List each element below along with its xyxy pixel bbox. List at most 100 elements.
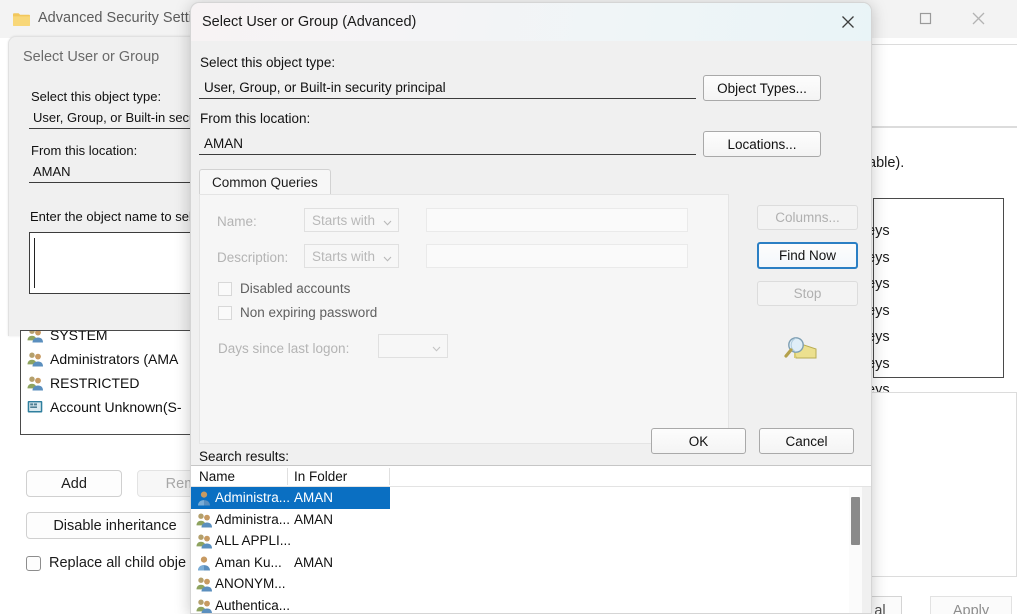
- group-icon: [196, 598, 212, 614]
- replace-child-objects-label: Replace all child obje: [49, 555, 186, 571]
- group-icon: [27, 330, 43, 343]
- object-type-field[interactable]: User, Group, or Built-in security princi…: [199, 77, 696, 99]
- result-name: ANONYM...: [215, 576, 286, 591]
- ok-button[interactable]: OK: [651, 428, 746, 454]
- cancel-button[interactable]: Cancel: [759, 428, 854, 454]
- text-caret: [34, 238, 35, 288]
- group-icon: [196, 576, 212, 592]
- chevron-down-icon: [383, 216, 392, 225]
- tab-common-queries[interactable]: Common Queries: [199, 169, 331, 195]
- object-type-label: Select this object type:: [200, 55, 335, 70]
- chevron-down-icon: [432, 342, 441, 351]
- description-value-input[interactable]: [426, 244, 688, 268]
- bg-object-name-input[interactable]: [29, 232, 198, 294]
- columns-button[interactable]: Columns...: [757, 205, 858, 230]
- search-results-box: Name In Folder Administra...AMANAdminist…: [191, 465, 872, 614]
- days-since-logon-select[interactable]: [378, 334, 448, 358]
- table-row[interactable]: ALL APPLI...: [191, 530, 851, 552]
- disable-inheritance-button[interactable]: Disable inheritance: [26, 512, 204, 539]
- result-name: ALL APPLI...: [215, 533, 291, 548]
- group-icon: [196, 512, 212, 528]
- column-header-name[interactable]: Name: [199, 469, 235, 484]
- non-expiring-password-checkbox[interactable]: [218, 306, 232, 320]
- close-button[interactable]: [955, 0, 1001, 36]
- find-now-button[interactable]: Find Now: [757, 242, 858, 269]
- list-item[interactable]: Account Unknown(S-: [21, 395, 195, 419]
- table-row[interactable]: Aman Ku...AMAN: [191, 552, 851, 574]
- add-button[interactable]: Add: [26, 470, 122, 497]
- column-header-in-folder[interactable]: In Folder: [294, 469, 347, 484]
- bg-location-field[interactable]: AMAN: [29, 161, 198, 183]
- disabled-accounts-label: Disabled accounts: [240, 281, 350, 296]
- list-item-label: RESTRICTED: [50, 375, 139, 391]
- background-permissions-list[interactable]: [873, 198, 1004, 378]
- name-value-input[interactable]: [426, 208, 688, 232]
- stop-button[interactable]: Stop: [757, 281, 858, 306]
- days-since-logon-label: Days since last logon:: [218, 341, 349, 356]
- result-name: Administra...: [215, 512, 290, 527]
- background-note-text: able).: [868, 155, 904, 171]
- chevron-down-icon: [383, 252, 392, 261]
- non-expiring-password-row[interactable]: Non expiring password: [218, 305, 377, 320]
- description-operator-select[interactable]: Starts with: [304, 244, 399, 268]
- result-in-folder: AMAN: [294, 512, 333, 527]
- search-results-rows: Administra...AMANAdministra...AMANALL AP…: [191, 487, 851, 614]
- maximize-button[interactable]: [902, 0, 948, 36]
- select-user-or-group-advanced-dialog: Select User or Group (Advanced) Select t…: [190, 2, 872, 614]
- close-icon[interactable]: [825, 3, 871, 40]
- disabled-accounts-row[interactable]: Disabled accounts: [218, 281, 350, 296]
- table-row[interactable]: Authentica...: [191, 595, 851, 614]
- result-name: Administra...: [215, 490, 290, 505]
- name-label: Name:: [217, 214, 257, 229]
- name-operator-value: Starts with: [312, 213, 375, 228]
- group-icon: [27, 351, 43, 367]
- table-row[interactable]: Administra... AMAN: [191, 487, 390, 509]
- column-divider[interactable]: [287, 468, 288, 485]
- query-tab-strip: Common Queries: [199, 169, 729, 195]
- folder-icon: [12, 11, 31, 27]
- column-divider[interactable]: [389, 468, 390, 485]
- list-item[interactable]: RESTRICTED: [21, 371, 195, 395]
- search-results-header: Name In Folder: [191, 466, 872, 487]
- background-window-title: Advanced Security Settings: [38, 10, 215, 26]
- location-label: From this location:: [200, 111, 310, 126]
- disabled-accounts-checkbox[interactable]: [218, 282, 232, 296]
- dialog-body: Select this object type: User, Group, or…: [191, 41, 872, 614]
- unknown-account-icon: [27, 399, 43, 415]
- list-item-label: Account Unknown(S-: [50, 399, 182, 415]
- group-icon: [27, 375, 43, 391]
- permission-entries-list[interactable]: SYSTEM Administrators (AMA RESTRICTED Accou…: [20, 330, 195, 435]
- description-operator-value: Starts with: [312, 249, 375, 264]
- background-dialog-title: Select User or Group: [23, 49, 159, 65]
- select-user-or-group-dialog-background: Select User or Group Select this object …: [8, 36, 198, 336]
- result-name: Authentica...: [215, 598, 290, 613]
- user-icon: [196, 490, 212, 506]
- name-operator-select[interactable]: Starts with: [304, 208, 399, 232]
- dialog-title: Select User or Group (Advanced): [202, 14, 416, 30]
- background-apply-button[interactable]: Apply: [930, 596, 1012, 614]
- list-item-label: Administrators (AMA: [50, 351, 178, 367]
- locations-button[interactable]: Locations...: [703, 131, 821, 157]
- replace-child-objects-checkbox[interactable]: [26, 556, 41, 571]
- bg-object-name-label: Enter the object name to sel: [30, 209, 192, 224]
- result-name: Aman Ku...: [215, 555, 282, 570]
- list-item-label: SYSTEM: [50, 330, 108, 343]
- table-row[interactable]: Administra... AMAN: [191, 509, 851, 531]
- table-row[interactable]: ANONYM...: [191, 573, 851, 595]
- search-folder-icon: [782, 332, 820, 371]
- bg-location-label: From this location:: [31, 143, 137, 158]
- bg-object-type-field[interactable]: User, Group, or Built-in secu: [29, 107, 198, 129]
- background-divider: [865, 127, 1017, 128]
- list-item[interactable]: SYSTEM: [21, 330, 195, 347]
- replace-child-objects-row[interactable]: Replace all child obje: [26, 555, 186, 571]
- scrollbar-thumb[interactable]: [851, 497, 860, 545]
- group-icon: [196, 533, 212, 549]
- user-icon: [196, 555, 212, 571]
- location-field[interactable]: AMAN: [199, 133, 696, 155]
- object-types-button[interactable]: Object Types...: [703, 75, 821, 101]
- result-in-folder: AMAN: [294, 490, 333, 505]
- list-item[interactable]: Administrators (AMA: [21, 347, 195, 371]
- results-scrollbar[interactable]: [849, 487, 862, 614]
- description-label: Description:: [217, 250, 288, 265]
- background-panel-top: [865, 44, 1017, 127]
